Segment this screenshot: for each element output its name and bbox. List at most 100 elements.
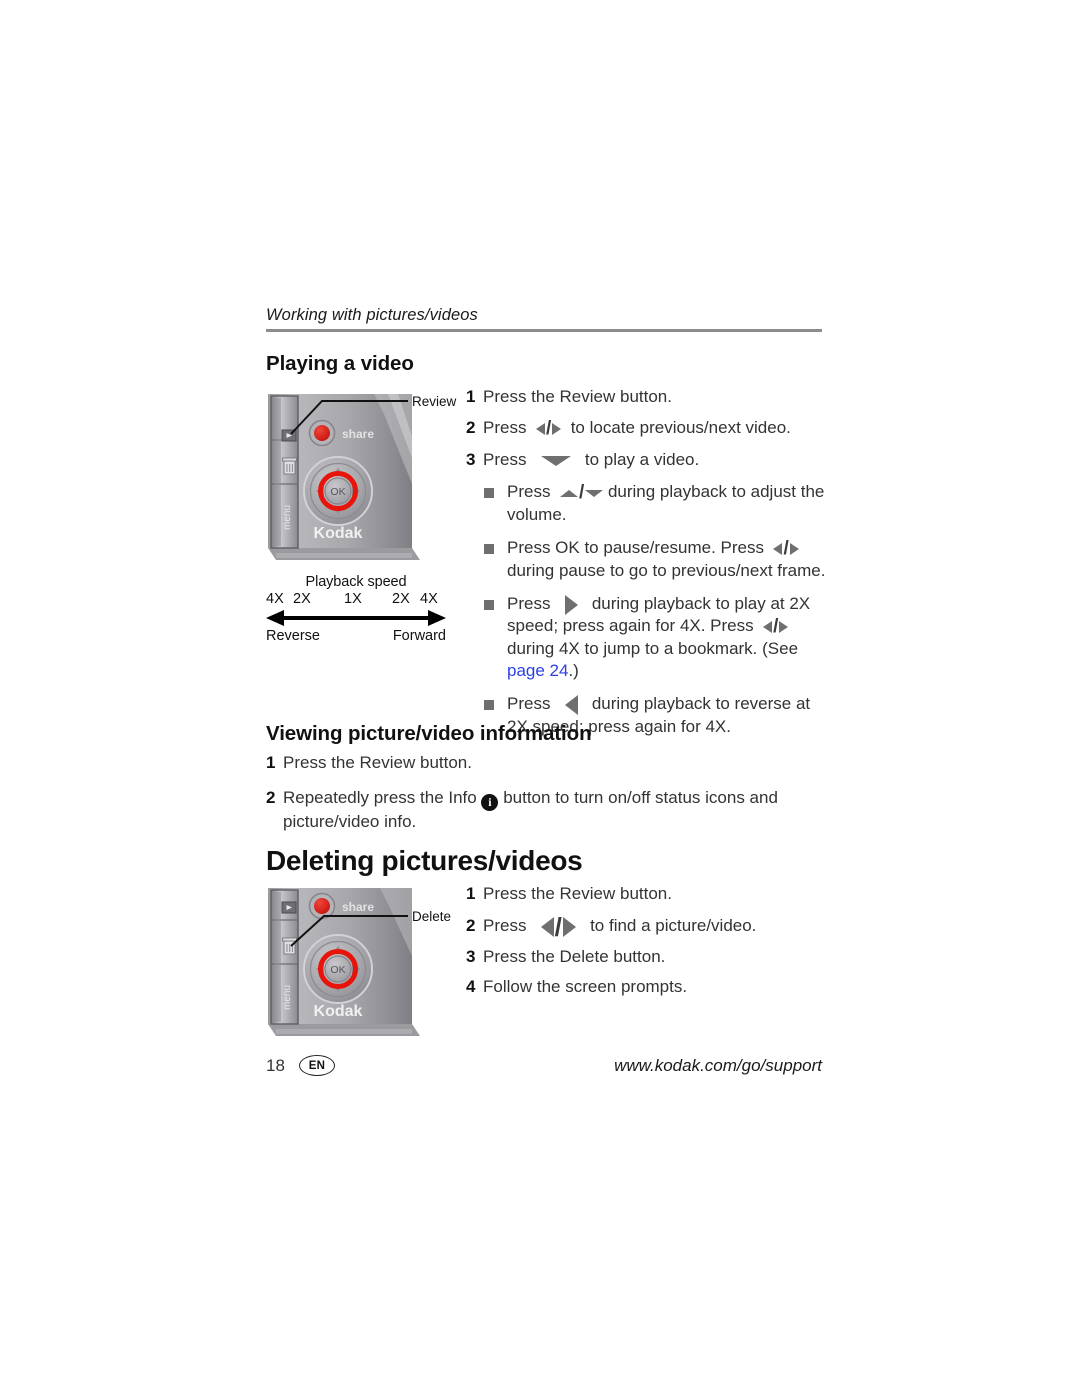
step-text: Press the Delete button.: [483, 946, 666, 966]
bullet-square-icon: [484, 544, 494, 555]
camera-illustration-review: menu share OK Kodak Review: [262, 388, 462, 568]
tick-1x: 1X: [344, 591, 362, 607]
sub-text-after2: during 4X to jump to a bookmark. (See: [507, 639, 799, 659]
tick-4x-forward: 4X: [420, 591, 438, 607]
brand-label: Kodak: [314, 1003, 363, 1020]
step-number: 1: [466, 884, 476, 903]
ok-label: OK: [330, 964, 345, 976]
bullet-square-icon: [484, 599, 494, 610]
label-reverse: Reverse: [266, 628, 320, 644]
playback-speed-ticks: 4X 2X 1X 2X 4X: [266, 591, 446, 610]
step-item: 4 Follow the screen prompts.: [466, 976, 828, 998]
ok-button[interactable]: OK: [318, 949, 358, 989]
left-right-arrows-icon: /: [769, 537, 804, 560]
step-text-before: Press: [483, 449, 527, 469]
sub-bullet-item: Press / during playback to adjust the vo…: [484, 481, 828, 526]
support-url[interactable]: www.kodak.com/go/support: [614, 1056, 822, 1076]
step-item: 3 Press the Delete button.: [466, 946, 828, 968]
heading-deleting-pictures-videos: Deleting pictures/videos: [266, 845, 583, 876]
left-arrow-large-icon: [555, 694, 587, 716]
share-label: share: [342, 900, 374, 914]
axis-line: [282, 616, 430, 620]
camera-diagram-svg: menu share OK Kodak: [268, 888, 420, 1036]
manual-page: Working with pictures/videos Playing a v…: [0, 0, 1080, 1397]
callout-label-review: Review: [412, 394, 457, 409]
running-header-text: Working with pictures/videos: [266, 306, 478, 324]
camera-illustration-delete: menu share OK Kodak Delete: [262, 884, 462, 1044]
step-text-after: to locate previous/next video.: [570, 418, 791, 437]
ok-button[interactable]: OK: [318, 471, 358, 511]
label-forward: Forward: [392, 628, 446, 644]
ok-label: OK: [330, 486, 345, 498]
step-text-after: to play a video.: [584, 449, 700, 469]
bullet-square-icon: [484, 488, 494, 499]
playback-speed-diagram: Playback speed 4X 2X 1X 2X 4X Reverse Fo…: [266, 574, 446, 646]
step-text: Press the Review button.: [283, 753, 472, 772]
left-right-arrows-icon: /: [531, 417, 566, 440]
sub-text-after: during pause to go to previous/next fram…: [507, 560, 826, 580]
sub-text-before: Press: [507, 482, 551, 502]
step-item: 3 Press to play a video.: [466, 449, 828, 472]
step-text: Press the Review button.: [483, 884, 672, 903]
step-text: Follow the screen prompts.: [483, 976, 688, 996]
steps-deleting: 1 Press the Review button. 2 Press / to …: [466, 883, 828, 998]
playback-speed-axis: [266, 610, 446, 626]
step-item: 1 Press the Review button.: [466, 883, 828, 905]
step-text-after: to find a picture/video.: [590, 916, 757, 935]
share-label: share: [342, 427, 374, 441]
step-number: 2: [266, 788, 276, 807]
sub-text-after3: .): [568, 661, 579, 681]
heading-viewing-information: Viewing picture/video information: [266, 722, 592, 745]
menu-label: menu: [282, 505, 293, 530]
step-number: 3: [466, 449, 476, 469]
step-item: 1 Press the Review button.: [466, 386, 828, 408]
tick-2x-forward: 2X: [392, 591, 410, 607]
step-text-before: Repeatedly press the Info: [283, 788, 477, 807]
page-number: 18: [266, 1055, 285, 1075]
step-number: 4: [466, 976, 476, 996]
delete-button-icon[interactable]: [282, 937, 297, 955]
running-header: Working with pictures/videos: [266, 306, 822, 332]
axis-arrow-right-icon: [428, 610, 446, 626]
heading-playing-a-video: Playing a video: [266, 352, 414, 375]
step-item: 1 Press the Review button.: [266, 752, 826, 774]
step-number: 2: [466, 418, 476, 437]
camera-diagram-svg: menu share OK Kodak: [268, 394, 420, 560]
step-number: 1: [466, 387, 476, 406]
tick-2x-reverse: 2X: [293, 591, 311, 607]
playback-speed-endlabels: Reverse Forward: [266, 628, 446, 646]
playback-speed-title: Playback speed: [305, 574, 407, 590]
page-footer: 18 EN www.kodak.com/go/support: [266, 1055, 822, 1076]
sub-text-before: Press: [507, 593, 551, 613]
review-button-icon[interactable]: [281, 901, 297, 914]
step-item: 2 Repeatedly press the Info i button to …: [266, 787, 826, 833]
brand-label: Kodak: [314, 525, 363, 542]
share-button[interactable]: [308, 419, 336, 447]
step-item: 2 Press / to find a picture/video.: [466, 914, 828, 940]
step-text-before: Press: [483, 418, 527, 437]
delete-button-icon[interactable]: [282, 457, 297, 475]
steps-playing-a-video: 1 Press the Review button. 2 Press / to …: [466, 386, 828, 738]
header-rule: [266, 329, 822, 332]
menu-label: menu: [282, 985, 293, 1010]
language-badge: EN: [298, 1055, 335, 1076]
sub-bullet-list: Press / during playback to adjust the vo…: [484, 481, 828, 737]
left-right-arrows-icon: /: [758, 616, 793, 639]
sub-text-before: Press: [507, 694, 551, 714]
sub-text-before: Press OK to pause/resume. Press: [507, 538, 764, 558]
up-down-arrows-icon: /: [555, 482, 604, 505]
step-number: 2: [466, 916, 476, 935]
steps-viewing-information: 1 Press the Review button. 2 Repeatedly …: [266, 752, 826, 833]
step-text: Press the Review button.: [483, 387, 672, 406]
step-number: 1: [266, 753, 276, 772]
down-arrow-wide-icon: [531, 449, 580, 471]
bullet-square-icon: [484, 700, 494, 711]
page-reference-link[interactable]: page 24: [507, 661, 568, 680]
left-right-arrows-large-icon: /: [531, 914, 585, 940]
share-button[interactable]: [308, 892, 336, 920]
sub-bullet-item: Press OK to pause/resume. Press / during…: [484, 537, 828, 582]
info-icon: i: [481, 794, 499, 811]
step-number: 3: [466, 946, 476, 966]
sub-bullet-item: Press during playback to play at 2X spee…: [484, 593, 828, 682]
step-text-before: Press: [483, 916, 527, 935]
